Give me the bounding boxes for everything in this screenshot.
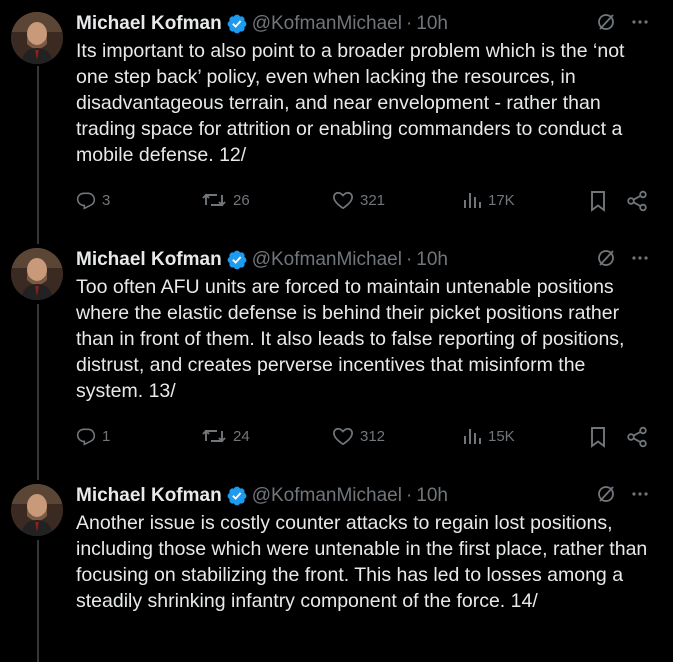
tweet-header: Michael Kofman @KofmanMichael · 10h	[76, 12, 656, 36]
tweet-text: Its important to also point to a broader…	[76, 40, 625, 166]
thread-line	[37, 304, 39, 480]
thread-line	[37, 66, 39, 244]
tweet-text: Another issue is costly counter attacks …	[76, 512, 648, 612]
repost-count: 26	[233, 191, 250, 209]
tweet-header: Michael Kofman @KofmanMichael · 10h	[76, 484, 656, 508]
separator: ·	[405, 13, 413, 34]
avatar[interactable]	[11, 484, 63, 536]
repost-icon	[201, 190, 227, 210]
avatar-image	[11, 484, 63, 536]
like-icon	[332, 190, 354, 210]
grok-icon[interactable]	[596, 12, 616, 38]
author-name[interactable]: Michael Kofman	[76, 13, 222, 35]
views-button[interactable]: 17K	[462, 190, 515, 210]
timestamp[interactable]: 10h	[416, 13, 448, 35]
avatar[interactable]	[11, 248, 63, 300]
views-icon	[462, 426, 482, 446]
author-handle[interactable]: @KofmanMichael	[252, 13, 402, 35]
repost-count: 24	[233, 427, 250, 445]
bookmark-button[interactable]	[588, 190, 608, 212]
bookmark-button[interactable]	[588, 426, 608, 448]
verified-badge-icon	[226, 485, 248, 507]
author-name[interactable]: Michael Kofman	[76, 249, 222, 271]
author-handle[interactable]: @KofmanMichael	[252, 485, 402, 507]
author-name[interactable]: Michael Kofman	[76, 485, 222, 507]
avatar-image	[11, 12, 63, 64]
timestamp[interactable]: 10h	[416, 249, 448, 271]
reply-count: 3	[102, 191, 111, 209]
repost-button[interactable]: 26	[201, 190, 250, 210]
more-icon[interactable]	[630, 248, 650, 274]
reply-icon	[76, 426, 96, 446]
author-handle[interactable]: @KofmanMichael	[252, 249, 402, 271]
bookmark-icon	[588, 190, 608, 212]
more-icon[interactable]	[630, 484, 650, 510]
tweet-text: Too often AFU units are forced to mainta…	[76, 276, 625, 402]
bookmark-icon	[588, 426, 608, 448]
reply-button[interactable]: 1	[76, 426, 110, 446]
like-icon	[332, 426, 354, 446]
tweet-actions: 1 24 312 15K	[76, 426, 656, 452]
separator: ·	[405, 485, 413, 506]
avatar[interactable]	[11, 12, 63, 64]
separator: ·	[405, 249, 413, 270]
share-icon	[626, 190, 648, 212]
reply-button[interactable]: 3	[76, 190, 110, 210]
thread-line	[37, 540, 39, 662]
verified-badge-icon	[226, 13, 248, 35]
more-icon[interactable]	[630, 12, 650, 38]
share-button[interactable]	[626, 426, 648, 448]
avatar-image	[11, 248, 63, 300]
tweet-header: Michael Kofman @KofmanMichael · 10h	[76, 248, 656, 272]
like-button[interactable]: 312	[332, 426, 385, 446]
tweet-actions: 3 26 321 17K	[76, 190, 656, 216]
grok-icon[interactable]	[596, 484, 616, 510]
views-icon	[462, 190, 482, 210]
share-icon	[626, 426, 648, 448]
verified-badge-icon	[226, 249, 248, 271]
share-button[interactable]	[626, 190, 648, 212]
like-count: 312	[360, 427, 386, 445]
views-count: 15K	[488, 427, 515, 445]
repost-icon	[201, 426, 227, 446]
like-button[interactable]: 321	[332, 190, 385, 210]
reply-count: 1	[102, 427, 111, 445]
repost-button[interactable]: 24	[201, 426, 250, 446]
like-count: 321	[360, 191, 386, 209]
views-button[interactable]: 15K	[462, 426, 515, 446]
timestamp[interactable]: 10h	[416, 485, 448, 507]
grok-icon[interactable]	[596, 248, 616, 274]
reply-icon	[76, 190, 96, 210]
views-count: 17K	[488, 191, 515, 209]
